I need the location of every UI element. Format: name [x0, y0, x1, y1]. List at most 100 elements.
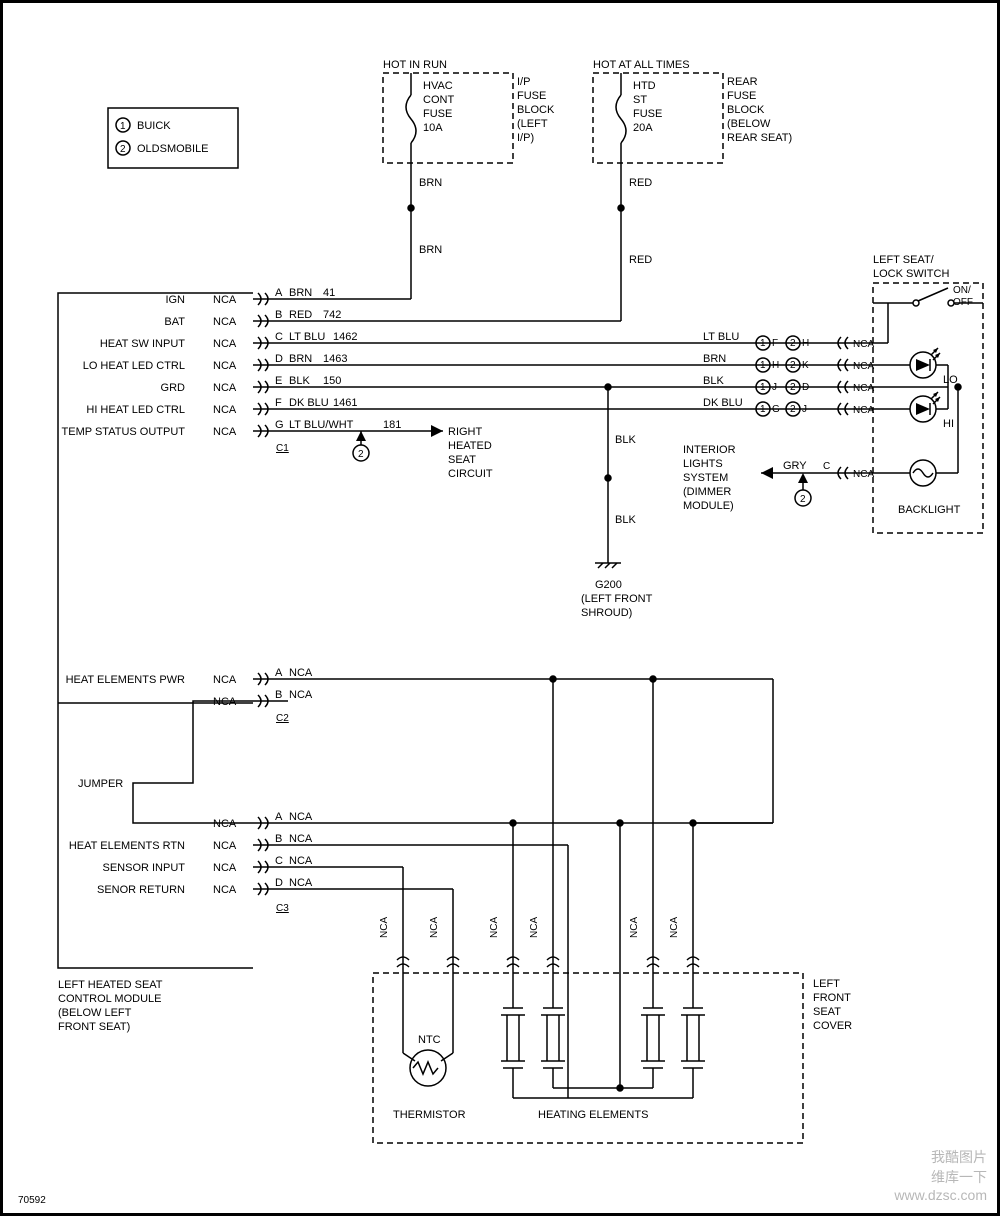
svg-text:NCA: NCA [213, 884, 237, 896]
svg-text:FUSE: FUSE [517, 90, 546, 102]
svg-text:NCA: NCA [213, 426, 237, 438]
svg-text:I/P: I/P [517, 76, 530, 88]
svg-text:(LEFT: (LEFT [517, 118, 548, 130]
svg-text:G: G [772, 404, 780, 415]
c2-rows: HEAT ELEMENTS PWR NCA A NCA NCA B NCA [66, 667, 773, 708]
svg-text:D: D [802, 382, 809, 393]
svg-text:NCA: NCA [213, 818, 237, 830]
svg-text:SEAT: SEAT [448, 454, 476, 466]
svg-text:INTERIOR: INTERIOR [683, 444, 736, 456]
svg-text:CONT: CONT [423, 94, 454, 106]
svg-text:RED: RED [629, 254, 652, 266]
svg-text:COVER: COVER [813, 1020, 852, 1032]
svg-text:(LEFT FRONT: (LEFT FRONT [581, 593, 653, 605]
svg-text:IGN: IGN [165, 294, 185, 306]
svg-text:2: 2 [120, 144, 126, 155]
svg-text:41: 41 [323, 287, 335, 299]
svg-text:LT BLU: LT BLU [703, 331, 739, 343]
svg-text:NCA: NCA [213, 338, 237, 350]
svg-text:NCA: NCA [213, 360, 237, 372]
c1-row-tempstatus: TEMP STATUS OUTPUT NCA G LT BLU/WHT 181 [62, 419, 443, 438]
wiring-diagram: 1 BUICK 2 OLDSMOBILE HOT IN RUN HVAC CON… [0, 0, 1000, 1216]
svg-text:HI: HI [943, 418, 954, 430]
svg-text:LT BLU/WHT: LT BLU/WHT [289, 419, 354, 431]
svg-text:NCA: NCA [213, 404, 237, 416]
svg-text:RIGHT: RIGHT [448, 426, 483, 438]
svg-text:BRN: BRN [289, 287, 312, 299]
svg-text:D: D [275, 877, 283, 889]
svg-text:HVAC: HVAC [423, 80, 453, 92]
svg-text:BACKLIGHT: BACKLIGHT [898, 504, 961, 516]
svg-text:FUSE: FUSE [423, 108, 452, 120]
svg-text:BAT: BAT [164, 316, 185, 328]
svg-text:NCA: NCA [289, 811, 313, 823]
svg-text:OFF: OFF [953, 297, 973, 308]
svg-text:2: 2 [790, 360, 796, 371]
svg-text:C2: C2 [276, 713, 289, 724]
svg-text:LEFT SEAT/: LEFT SEAT/ [873, 254, 935, 266]
c1-row-grd: GRD NCA E BLK 150 BLK [161, 375, 833, 394]
svg-text:LT BLU: LT BLU [289, 331, 325, 343]
svg-text:C: C [275, 855, 283, 867]
svg-text:NCA: NCA [213, 382, 237, 394]
svg-text:BRN: BRN [289, 353, 312, 365]
svg-text:HEATING ELEMENTS: HEATING ELEMENTS [538, 1109, 648, 1121]
seat-lock-switch: LEFT SEAT/ LOCK SWITCH ON/ OFF LO HI BAC… [683, 254, 983, 533]
svg-text:RED: RED [289, 309, 312, 321]
svg-text:CONTROL MODULE: CONTROL MODULE [58, 993, 162, 1005]
c1-row-hiled: HI HEAT LED CTRL NCA F DK BLU 1461 DK BL… [86, 397, 833, 416]
svg-text:HI HEAT LED CTRL: HI HEAT LED CTRL [86, 404, 185, 416]
svg-text:LIGHTS: LIGHTS [683, 458, 723, 470]
svg-text:SENOR RETURN: SENOR RETURN [97, 884, 185, 896]
svg-text:(BELOW LEFT: (BELOW LEFT [58, 1007, 132, 1019]
legend-box: 1 BUICK 2 OLDSMOBILE [108, 108, 238, 168]
svg-text:ON/: ON/ [953, 285, 971, 296]
svg-text:NCA: NCA [213, 294, 237, 306]
svg-text:HOT IN RUN: HOT IN RUN [383, 59, 447, 71]
svg-text:NCA: NCA [289, 855, 313, 867]
svg-text:1462: 1462 [333, 331, 357, 343]
svg-text:FUSE: FUSE [727, 90, 756, 102]
svg-text:DK BLU: DK BLU [289, 397, 329, 409]
svg-text:G: G [275, 419, 284, 431]
svg-text:B: B [275, 689, 282, 701]
svg-text:1461: 1461 [333, 397, 357, 409]
svg-text:742: 742 [323, 309, 341, 321]
svg-text:HEAT ELEMENTS PWR: HEAT ELEMENTS PWR [66, 674, 185, 686]
svg-text:C: C [823, 461, 830, 472]
control-module: IGN NCA A BRN 41 BAT NCA B RED 742 HEAT … [58, 287, 833, 1033]
svg-text:LOCK SWITCH: LOCK SWITCH [873, 268, 949, 280]
svg-text:BLOCK: BLOCK [727, 104, 765, 116]
svg-text:JUMPER: JUMPER [78, 778, 123, 790]
c1-row-bat: BAT NCA B RED 742 [164, 309, 621, 328]
svg-text:I/P): I/P) [517, 132, 534, 144]
svg-text:2: 2 [790, 382, 796, 393]
svg-text:181: 181 [383, 419, 401, 431]
svg-text:2: 2 [358, 449, 364, 460]
svg-text:LEFT: LEFT [813, 978, 840, 990]
svg-text:D: D [275, 353, 283, 365]
svg-text:REAR SEAT): REAR SEAT) [727, 132, 792, 144]
svg-text:10A: 10A [423, 122, 443, 134]
svg-text:1: 1 [760, 360, 766, 371]
svg-text:HEATED: HEATED [448, 440, 492, 452]
svg-text:NCA: NCA [429, 917, 440, 938]
svg-text:2: 2 [790, 404, 796, 415]
svg-text:RED: RED [629, 177, 652, 189]
svg-text:BLOCK: BLOCK [517, 104, 555, 116]
svg-text:1: 1 [760, 338, 766, 349]
svg-text:NCA: NCA [489, 917, 500, 938]
svg-text:(DIMMER: (DIMMER [683, 486, 731, 498]
svg-text:HTD: HTD [633, 80, 656, 92]
svg-text:SHROUD): SHROUD) [581, 607, 632, 619]
c1-row-loled: LO HEAT LED CTRL NCA D BRN 1463 BRN [83, 353, 833, 372]
svg-text:DK BLU: DK BLU [703, 397, 743, 409]
svg-text:(BELOW: (BELOW [727, 118, 771, 130]
svg-text:150: 150 [323, 375, 341, 387]
svg-text:BRN: BRN [419, 244, 442, 256]
svg-text:J: J [772, 382, 777, 393]
svg-text:LEFT HEATED SEAT: LEFT HEATED SEAT [58, 979, 163, 991]
svg-text:ST: ST [633, 94, 647, 106]
svg-text:C3: C3 [276, 903, 289, 914]
svg-text:MODULE): MODULE) [683, 500, 734, 512]
